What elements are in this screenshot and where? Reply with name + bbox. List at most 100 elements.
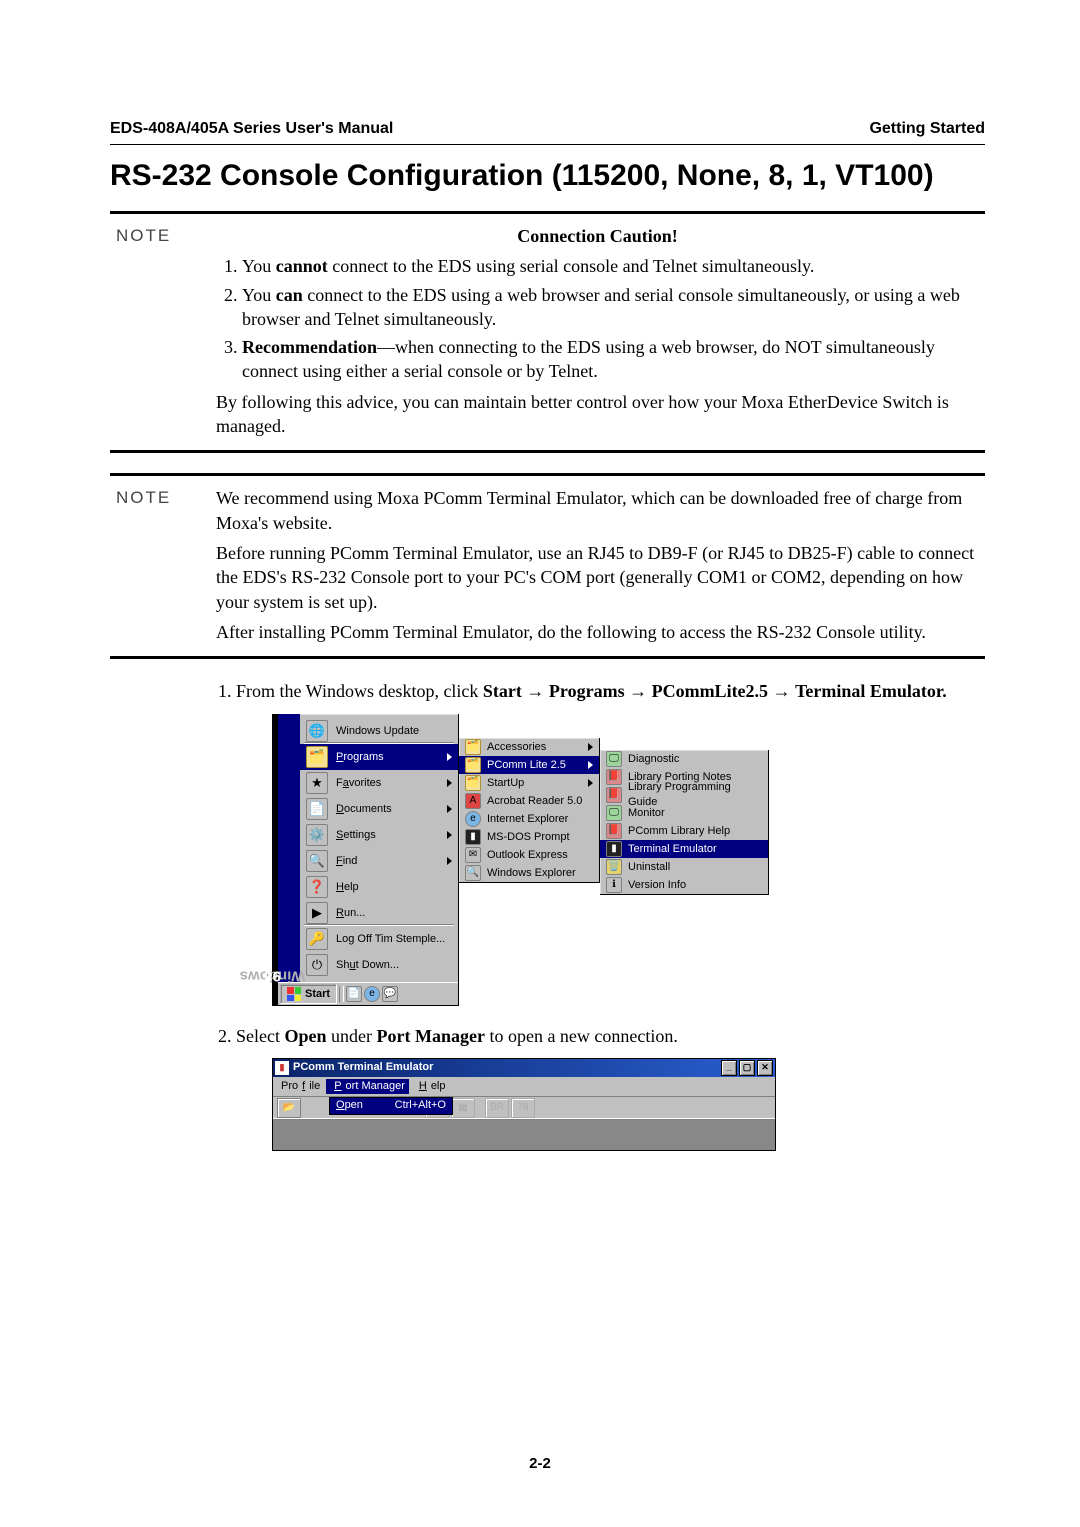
pcomm-item-diagnostic[interactable]: 🖵 Diagnostic <box>600 750 768 768</box>
chevron-right-icon <box>447 805 452 813</box>
taskbar-divider <box>339 986 344 1002</box>
menu-help[interactable]: Help <box>411 1079 450 1094</box>
programs-submenu[interactable]: 🗂️ Accessories 🗂️ PComm Lite 2.5 🗂️ <box>459 738 600 883</box>
submenu-pcomm-lite[interactable]: 🗂️ PComm Lite 2.5 <box>459 756 599 774</box>
monitor-icon: 🖵 <box>606 805 622 821</box>
start-item-shutdown-label: Shut Down... <box>336 958 399 973</box>
start-item-documents[interactable]: 📄 Documents <box>300 796 458 822</box>
step-2-b1: Open <box>284 1026 326 1046</box>
note-label-1: NOTE <box>116 224 216 438</box>
start-item-favorites[interactable]: ★ Favorites <box>300 770 458 796</box>
logoff-icon: 🔑 <box>306 928 328 950</box>
start-item-documents-label: Documents <box>336 802 392 817</box>
close-button[interactable]: ✕ <box>757 1060 773 1076</box>
menu-profile[interactable]: Profile <box>277 1079 324 1094</box>
submenu-acrobat-label: Acrobat Reader 5.0 <box>487 794 582 809</box>
header-right: Getting Started <box>869 120 985 138</box>
pcomm-window: ▮ PComm Terminal Emulator _ ▢ ✕ Profile … <box>272 1058 776 1151</box>
start-item-find[interactable]: 🔍 Find <box>300 848 458 874</box>
minimize-button[interactable]: _ <box>721 1060 737 1076</box>
caution-item-1-bold: cannot <box>276 256 328 276</box>
start-item-run[interactable]: ▶ Run... <box>300 900 458 926</box>
submenu-startup[interactable]: 🗂️ StartUp <box>459 774 599 792</box>
help-icon: ❓ <box>306 876 328 898</box>
tray-icon-3[interactable]: 💬 <box>382 986 398 1002</box>
pcomm-item-monitor[interactable]: 🖵 Monitor <box>600 804 768 822</box>
tray-icon-ie[interactable]: e <box>364 986 380 1002</box>
port-manager-dropdown[interactable]: Open Ctrl+Alt+O <box>329 1097 453 1115</box>
chevron-right-icon <box>447 857 452 865</box>
toolbar: 📂 Open Ctrl+Alt+O ▦ ▦ BR <box>273 1097 775 1120</box>
start-item-windows-update-label: Windows Update <box>336 724 419 739</box>
app-icon: ▮ <box>275 1061 289 1075</box>
note2-p1: We recommend using Moxa PComm Terminal E… <box>216 486 979 535</box>
start-item-logoff-label: Log Off Tim Stemple... <box>336 932 445 947</box>
diagnostic-icon: 🖵 <box>606 751 622 767</box>
start-item-help-label: Help <box>336 880 359 895</box>
submenu-accessories[interactable]: 🗂️ Accessories <box>459 738 599 756</box>
title-bar[interactable]: ▮ PComm Terminal Emulator _ ▢ ✕ <box>273 1059 775 1077</box>
caution-follow: By following this advice, you can mainta… <box>216 390 979 439</box>
submenu-outlook[interactable]: ✉ Outlook Express <box>459 846 599 864</box>
ie-icon: e <box>465 811 481 827</box>
pcomm-item-programming-guide[interactable]: 📕 Library Programming Guide <box>600 786 768 804</box>
pcomm-item-library-help[interactable]: 📕 PComm Library Help <box>600 822 768 840</box>
start-item-settings[interactable]: ⚙️ Settings <box>300 822 458 848</box>
dropdown-open[interactable]: Open Ctrl+Alt+O <box>330 1098 452 1114</box>
step-1-arrow-3: → <box>768 681 795 701</box>
submenu-explorer-label: Windows Explorer <box>487 866 576 881</box>
start-item-windows-update[interactable]: 🌐 Windows Update <box>300 718 458 744</box>
caution-item-3: Recommendation—when connecting to the ED… <box>242 335 979 384</box>
connection-caution-title: Connection Caution! <box>216 224 979 248</box>
window-title: PComm Terminal Emulator <box>293 1060 433 1075</box>
note2-p3: After installing PComm Terminal Emulator… <box>216 620 979 644</box>
menu-port-manager[interactable]: Port Manager <box>326 1079 409 1094</box>
pcomm-item-terminal-emulator[interactable]: ▮ Terminal Emulator <box>600 840 768 858</box>
step-1-b2: Programs <box>549 681 625 701</box>
start-menu-sideband: Windows98 <box>278 714 300 982</box>
acrobat-icon: A <box>465 793 481 809</box>
windows-update-icon: 🌐 <box>306 720 328 742</box>
start-menu[interactable]: Windows98 🌐 Windows Update 🗂️ <box>278 714 459 1006</box>
msdos-icon: ▮ <box>465 829 481 845</box>
book-icon: 📕 <box>606 823 622 839</box>
tray-icon-1[interactable]: 📄 <box>346 986 362 1002</box>
submenu-msdos[interactable]: ▮ MS-DOS Prompt <box>459 828 599 846</box>
toolbar-button-3[interactable]: ▦ <box>451 1098 475 1118</box>
step-1-arrow-1: → <box>522 681 549 701</box>
start-button[interactable]: Start <box>280 984 337 1004</box>
submenu-acrobat[interactable]: A Acrobat Reader 5.0 <box>459 792 599 810</box>
explorer-icon: 🔍 <box>465 865 481 881</box>
start-item-shutdown[interactable]: ⏻ Shut Down... <box>300 952 458 978</box>
toolbar-button-brk[interactable]: BR <box>485 1098 509 1118</box>
start-item-programs[interactable]: 🗂️ Programs <box>300 744 458 770</box>
pcomm-submenu[interactable]: 🖵 Diagnostic 📕 Library Porting Notes 📕 L… <box>600 750 769 895</box>
header-rule <box>110 144 985 145</box>
folder-icon: 🗂️ <box>465 757 481 773</box>
note-block-pcomm: NOTE We recommend using Moxa PComm Termi… <box>110 473 985 659</box>
submenu-ie[interactable]: e Internet Explorer <box>459 810 599 828</box>
start-item-help[interactable]: ❓ Help <box>300 874 458 900</box>
step-1-b4: Terminal Emulator. <box>795 681 947 701</box>
windows-logo-icon <box>287 987 301 1001</box>
caution-item-1: You cannot connect to the EDS using seri… <box>242 254 979 278</box>
step-2-mid: under <box>327 1026 377 1046</box>
settings-icon: ⚙️ <box>306 824 328 846</box>
pcomm-item-uninstall[interactable]: 🗑️ Uninstall <box>600 858 768 876</box>
toolbar-open-button[interactable]: 📂 <box>277 1098 301 1118</box>
chevron-right-icon <box>588 761 593 769</box>
submenu-explorer[interactable]: 🔍 Windows Explorer <box>459 864 599 882</box>
start-item-find-label: Find <box>336 854 357 869</box>
menu-bar[interactable]: Profile Port Manager Help <box>273 1077 775 1097</box>
start-item-logoff[interactable]: 🔑 Log Off Tim Stemple... <box>300 926 458 952</box>
terminal-icon: ▮ <box>606 841 622 857</box>
chevron-right-icon <box>447 779 452 787</box>
toolbar-button-5[interactable]: 78 <box>511 1098 535 1118</box>
step-1: From the Windows desktop, click Start → … <box>236 679 985 1006</box>
step-1-b3: PCommLite2.5 <box>652 681 768 701</box>
maximize-button[interactable]: ▢ <box>739 1060 755 1076</box>
folder-icon: 🗂️ <box>465 739 481 755</box>
pcomm-item-uninstall-label: Uninstall <box>628 860 670 875</box>
submenu-ie-label: Internet Explorer <box>487 812 568 827</box>
pcomm-item-version-info[interactable]: ℹ Version Info <box>600 876 768 894</box>
